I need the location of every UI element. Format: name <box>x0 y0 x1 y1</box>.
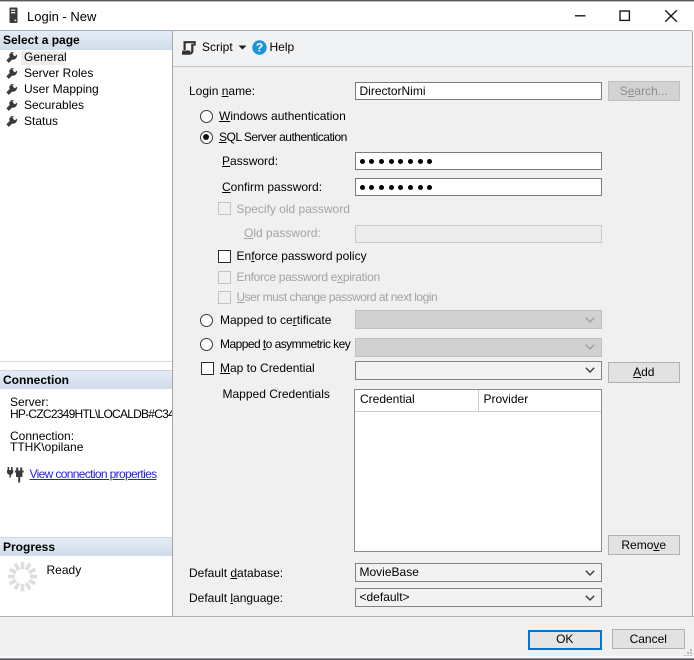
svg-text:?: ? <box>255 40 262 54</box>
